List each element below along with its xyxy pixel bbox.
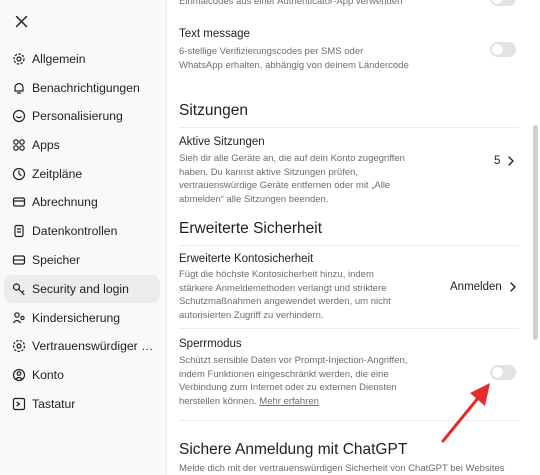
- learn-more-link[interactable]: Mehr erfahren: [259, 396, 319, 407]
- apps-grid-icon: [12, 138, 26, 152]
- active-sessions-description: Sieh dir alle Geräte an, die auf dein Ko…: [179, 153, 405, 205]
- sidebar-item-label: Personalisierung: [32, 109, 123, 123]
- sidebar-item-label: Speicher: [32, 253, 81, 267]
- sidebar-item-label: Vertrauenswürdiger Kontakt: [32, 339, 160, 353]
- sidebar-item-zeitplaene[interactable]: Zeitpläne: [4, 160, 160, 188]
- sidebar-item-label: Zeitpläne: [32, 167, 83, 181]
- settings-sidebar: Allgemein Benachrichtigungen Personalisi…: [0, 0, 167, 475]
- divider: [179, 245, 519, 246]
- sidebar-item-label: Tastatur: [32, 397, 76, 411]
- sidebar-item-label: Benachrichtigungen: [32, 81, 140, 95]
- auth-app-toggle[interactable]: [490, 0, 516, 6]
- text-message-description: 6-stellige Verifizierungscodes per SMS o…: [179, 46, 409, 71]
- active-sessions-title: Aktive Sitzungen: [179, 136, 265, 148]
- bell-icon: [12, 81, 26, 95]
- account-icon: [12, 368, 26, 382]
- sidebar-item-tastatur[interactable]: Tastatur: [4, 390, 160, 418]
- content-scrollbar[interactable]: [533, 125, 538, 340]
- auth-app-description: Einmalcodes aus einer Authenticator-App …: [179, 0, 403, 7]
- sidebar-item-label: Kindersicherung: [32, 311, 121, 325]
- divider: [179, 328, 519, 329]
- sessions-heading: Sitzungen: [179, 102, 248, 119]
- data-controls-icon: [12, 224, 26, 238]
- advanced-security-login-label: Anmelden: [450, 281, 502, 293]
- sidebar-item-abrechnung[interactable]: Abrechnung: [4, 188, 160, 216]
- close-button[interactable]: [8, 8, 34, 34]
- advanced-account-security-description: Fügt die höchste Kontosicherheit hinzu, …: [179, 269, 391, 321]
- advanced-security-heading: Erweiterte Sicherheit: [179, 220, 323, 237]
- sidebar-item-vertrauenswuerdiger-kontakt[interactable]: Vertrauenswürdiger Kontakt: [4, 332, 160, 360]
- parental-control-icon: [12, 311, 26, 325]
- storage-icon: [12, 253, 26, 267]
- lockdown-mode-title: Sperrmodus: [179, 338, 242, 350]
- sidebar-item-personalisierung[interactable]: Personalisierung: [4, 102, 160, 130]
- sidebar-item-datenkontrollen[interactable]: Datenkontrollen: [4, 217, 160, 245]
- sidebar-item-allgemein[interactable]: Allgemein: [4, 45, 160, 73]
- key-icon: [12, 282, 26, 296]
- sidebar-item-security-and-login[interactable]: Security and login: [4, 275, 160, 303]
- sidebar-item-label: Konto: [32, 368, 64, 382]
- chatgpt-login-description: Melde dich mit der vertrauenswürdigen Si…: [179, 463, 505, 474]
- sidebar-item-konto[interactable]: Konto: [4, 361, 160, 389]
- text-message-title: Text message: [179, 28, 250, 40]
- active-sessions-count: 5: [494, 155, 501, 167]
- sidebar-item-apps[interactable]: Apps: [4, 131, 160, 159]
- chevron-right-icon: [510, 282, 516, 292]
- divider: [179, 127, 519, 128]
- sidebar-item-label: Allgemein: [32, 52, 86, 66]
- trusted-contact-icon: [12, 339, 26, 353]
- chatgpt-login-heading: Sichere Anmeldung mit ChatGPT: [179, 441, 408, 458]
- sidebar-item-label: Apps: [32, 138, 60, 152]
- lockdown-mode-description: Schützt sensible Daten vor Prompt-Inject…: [179, 355, 408, 407]
- sidebar-item-benachrichtigungen[interactable]: Benachrichtigungen: [4, 74, 160, 102]
- close-icon: [15, 15, 27, 27]
- credit-card-icon: [12, 195, 26, 209]
- personalization-icon: [12, 109, 26, 123]
- active-sessions-button[interactable]: 5: [494, 155, 516, 167]
- annotation-arrow-icon: [441, 383, 490, 443]
- clock-icon: [12, 167, 26, 181]
- sidebar-item-speicher[interactable]: Speicher: [4, 246, 160, 274]
- keyboard-icon: [12, 397, 26, 411]
- text-message-toggle[interactable]: [490, 42, 516, 57]
- gear-icon: [12, 52, 26, 66]
- sidebar-item-label: Abrechnung: [32, 195, 98, 209]
- sidebar-item-label: Datenkontrollen: [32, 224, 118, 238]
- advanced-account-security-title: Erweiterte Kontosicherheit: [179, 253, 314, 265]
- sidebar-item-kindersicherung[interactable]: Kindersicherung: [4, 304, 160, 332]
- sidebar-item-label: Security and login: [32, 282, 129, 296]
- chevron-right-icon: [508, 156, 515, 166]
- advanced-security-login-button[interactable]: Anmelden: [450, 281, 518, 293]
